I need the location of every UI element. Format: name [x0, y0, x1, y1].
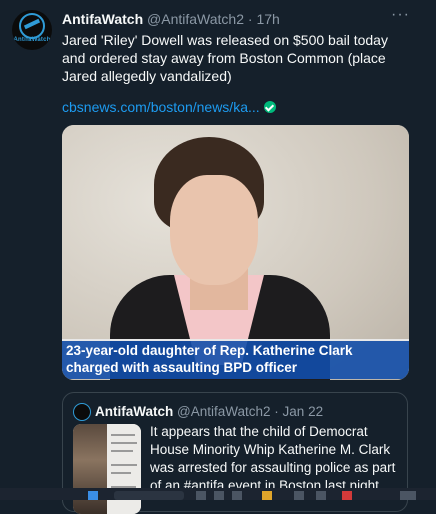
link-text[interactable]: cbsnews.com/boston/news/ka...: [62, 99, 260, 115]
tweet-text: Jared 'Riley' Dowell was released on $50…: [62, 32, 388, 84]
quoted-author-handle: @AntifaWatch2: [177, 404, 271, 419]
taskbar-tray[interactable]: [400, 491, 416, 500]
tweet[interactable]: AntifaWatch AntifaWatch @AntifaWatch2 · …: [0, 0, 436, 514]
thumbnail-photo: [73, 424, 107, 514]
verified-check-icon: [263, 101, 276, 113]
os-taskbar: [0, 488, 436, 500]
tweet-media-image[interactable]: 23-year-old daughter of Rep. Katherine C…: [62, 125, 409, 380]
taskbar-app-icon[interactable]: [196, 491, 206, 500]
separator-dot: ·: [247, 11, 253, 27]
antifa-flag-icon: [19, 13, 45, 39]
author-handle[interactable]: @AntifaWatch2: [147, 11, 244, 27]
thumbnail-document: [107, 424, 141, 514]
caption-line-1: 23-year-old daughter of Rep. Katherine C…: [66, 343, 353, 358]
taskbar-app-icon[interactable]: [232, 491, 242, 500]
tweet-timestamp[interactable]: 17h: [256, 11, 279, 27]
photo-face: [170, 175, 258, 285]
profile-avatar[interactable]: AntifaWatch: [12, 10, 52, 50]
quoted-avatar: [73, 403, 91, 421]
caption-line-2: charged with assaulting BPD officer: [66, 360, 298, 375]
thumbnail-text-line: [111, 472, 131, 474]
thumbnail-text-line: [111, 464, 137, 466]
quoted-thumbnail: [73, 424, 141, 514]
tweet-header: AntifaWatch @AntifaWatch2 · 17h: [62, 11, 280, 27]
caption-stripe: [62, 339, 409, 341]
thumbnail-text-line: [111, 442, 137, 444]
quoted-timestamp: Jan 22: [282, 404, 324, 419]
author-name[interactable]: AntifaWatch: [62, 11, 143, 27]
taskbar-app-icon[interactable]: [316, 491, 326, 500]
thumbnail-text-line: [111, 450, 133, 452]
taskbar-app-icon[interactable]: [214, 491, 224, 500]
quoted-separator-dot: ·: [274, 404, 279, 419]
windows-start-icon[interactable]: [88, 491, 98, 500]
thumbnail-text-line: [111, 434, 135, 436]
taskbar-app-icon[interactable]: [262, 491, 272, 500]
article-link[interactable]: cbsnews.com/boston/news/ka...: [62, 99, 276, 115]
news-caption-bar: 23-year-old daughter of Rep. Katherine C…: [62, 339, 409, 379]
quoted-tweet-text: It appears that the child of Democrat Ho…: [150, 424, 396, 493]
taskbar-search-box[interactable]: [114, 491, 184, 500]
taskbar-app-icon[interactable]: [342, 491, 352, 500]
quoted-author-name: AntifaWatch: [95, 404, 174, 419]
quoted-header: AntifaWatch @AntifaWatch2 · Jan 22: [95, 404, 323, 419]
more-options-icon[interactable]: ···: [391, 6, 410, 24]
taskbar-app-icon[interactable]: [294, 491, 304, 500]
